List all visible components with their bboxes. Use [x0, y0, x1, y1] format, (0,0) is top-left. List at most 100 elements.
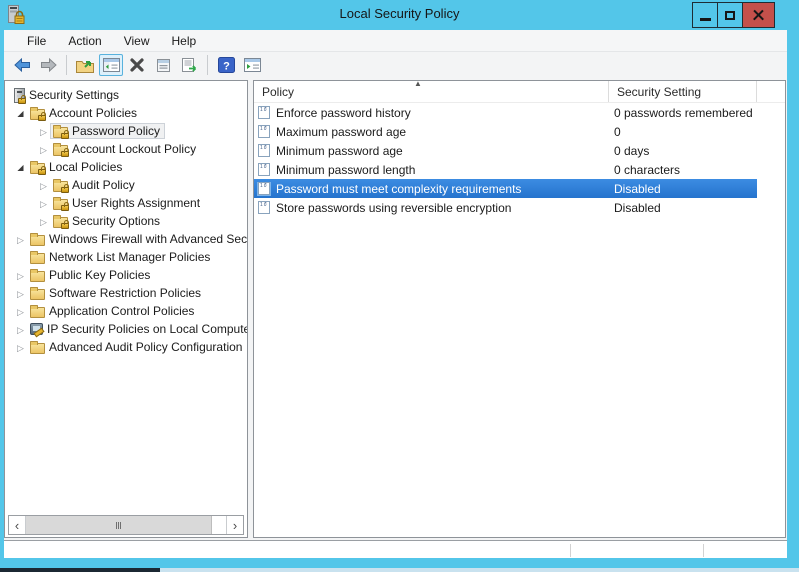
help-button[interactable]: ? [214, 54, 238, 76]
tree-item-password-policy[interactable]: Password Policy [5, 122, 247, 140]
scrollbar-thumb-grip [116, 522, 117, 529]
toolbar: ? [4, 52, 787, 78]
folder-lock-icon [30, 163, 45, 174]
collapsed-chevron-icon[interactable] [14, 284, 27, 302]
policy-document-icon [258, 201, 270, 214]
policy-name: Enforce password history [276, 106, 411, 120]
document-export-icon [181, 58, 198, 73]
properties-button[interactable] [151, 54, 175, 76]
status-bar [4, 540, 787, 558]
sort-ascending-icon: ▲ [414, 80, 422, 88]
policy-row-reversible-encryption[interactable]: Store passwords using reversible encrypt… [254, 198, 785, 217]
maximize-button[interactable] [717, 2, 742, 28]
tree-item-label: Audit Policy [72, 178, 135, 192]
x-mark-icon [129, 58, 145, 72]
collapsed-chevron-icon[interactable] [37, 140, 50, 158]
tree-item-label: Account Policies [49, 106, 137, 120]
export-list-button[interactable] [177, 54, 201, 76]
tree-item-label: Windows Firewall with Advanced Secu [49, 232, 247, 246]
folder-icon [30, 343, 45, 354]
collapsed-chevron-icon[interactable] [14, 266, 27, 284]
close-icon [752, 9, 765, 22]
menu-action[interactable]: Action [57, 32, 112, 50]
policy-document-icon [258, 163, 270, 176]
collapsed-chevron-icon[interactable] [37, 194, 50, 212]
policy-row-enforce-password-history[interactable]: Enforce password history 0 passwords rem… [254, 103, 785, 122]
delete-button[interactable] [125, 54, 149, 76]
collapsed-chevron-icon[interactable] [37, 176, 50, 194]
collapsed-chevron-icon[interactable] [14, 338, 27, 356]
statusbar-separator [570, 544, 571, 557]
question-mark-icon: ? [218, 57, 235, 73]
tree-item-local-policies[interactable]: Local Policies [5, 158, 247, 176]
menu-help[interactable]: Help [161, 32, 208, 50]
tree-item-label: Application Control Policies [49, 304, 194, 318]
scroll-left-button[interactable] [9, 516, 26, 534]
action-pane-icon [244, 58, 261, 72]
policy-row-minimum-password-age[interactable]: Minimum password age 0 days [254, 141, 785, 160]
show-hide-console-tree-button[interactable] [99, 54, 123, 76]
tree-item-audit-policy[interactable]: Audit Policy [5, 176, 247, 194]
minimize-button[interactable] [692, 2, 717, 28]
policy-row-maximum-password-age[interactable]: Maximum password age 0 [254, 122, 785, 141]
tree-item-application-control-policies[interactable]: Application Control Policies [5, 302, 247, 320]
menu-bar: File Action View Help [4, 30, 787, 52]
console-tree-panel: Security Settings Account Policies Passw… [4, 80, 248, 538]
maximize-icon [725, 11, 735, 20]
tree-item-user-rights-assignment[interactable]: User Rights Assignment [5, 194, 247, 212]
policy-name: Store passwords using reversible encrypt… [276, 201, 511, 215]
tree-item-public-key-policies[interactable]: Public Key Policies [5, 266, 247, 284]
security-setting-value: Disabled [609, 201, 757, 215]
toolbar-separator [207, 55, 208, 75]
statusbar-separator [703, 544, 704, 557]
tree-item-label: Account Lockout Policy [72, 142, 196, 156]
policy-row-minimum-password-length[interactable]: Minimum password length 0 characters [254, 160, 785, 179]
tree-item-account-policies[interactable]: Account Policies [5, 104, 247, 122]
folder-up-arrow-icon [75, 57, 95, 74]
folder-lock-icon [30, 109, 45, 120]
tree-item-label: Network List Manager Policies [49, 250, 210, 264]
expanded-chevron-icon[interactable] [14, 104, 27, 122]
computer-key-icon [30, 323, 43, 335]
menu-file[interactable]: File [16, 32, 57, 50]
up-one-level-button[interactable] [73, 54, 97, 76]
collapsed-chevron-icon[interactable] [37, 212, 50, 230]
collapsed-chevron-icon[interactable] [37, 122, 50, 140]
policy-name: Minimum password length [276, 163, 415, 177]
collapsed-chevron-icon[interactable] [14, 320, 27, 338]
tree-item-security-options[interactable]: Security Options [5, 212, 247, 230]
scrollbar-thumb[interactable] [26, 516, 212, 534]
column-header-policy[interactable]: Policy ▲ [254, 81, 609, 102]
policy-name: Password must meet complexity requiremen… [276, 182, 521, 196]
folder-icon [30, 271, 45, 282]
tree-item-windows-firewall[interactable]: Windows Firewall with Advanced Secu [5, 230, 247, 248]
tree-item-label: IP Security Policies on Local Compute [47, 322, 247, 336]
tree-item-security-settings[interactable]: Security Settings [5, 86, 247, 104]
collapsed-chevron-icon[interactable] [14, 230, 27, 248]
arrow-left-icon [13, 57, 32, 73]
back-button[interactable] [10, 54, 34, 76]
tree-item-account-lockout-policy[interactable]: Account Lockout Policy [5, 140, 247, 158]
tree-item-label: Software Restriction Policies [49, 286, 201, 300]
column-header-security-setting[interactable]: Security Setting [609, 81, 757, 102]
tree-item-label: Security Settings [29, 88, 119, 102]
tree-item-software-restriction-policies[interactable]: Software Restriction Policies [5, 284, 247, 302]
horizontal-scrollbar [8, 515, 244, 535]
policy-name: Maximum password age [276, 125, 406, 139]
menu-view[interactable]: View [113, 32, 161, 50]
expanded-chevron-icon[interactable] [14, 158, 27, 176]
close-button[interactable] [742, 2, 775, 28]
collapsed-chevron-icon[interactable] [14, 302, 27, 320]
policy-name: Minimum password age [276, 144, 403, 158]
tree-item-advanced-audit-policy[interactable]: Advanced Audit Policy Configuration [5, 338, 247, 356]
tree-item-network-list-manager[interactable]: Network List Manager Policies [5, 248, 247, 266]
show-hide-action-pane-button[interactable] [240, 54, 264, 76]
screen: Local Security Policy File Action View H… [0, 0, 799, 572]
forward-button[interactable] [36, 54, 60, 76]
titlebar[interactable]: Local Security Policy [0, 0, 799, 30]
security-setting-value: 0 characters [609, 163, 757, 177]
scroll-right-button[interactable] [226, 516, 243, 534]
tree-item-label: Password Policy [72, 124, 160, 138]
tree-item-ip-security-policies[interactable]: IP Security Policies on Local Compute [5, 320, 247, 338]
policy-row-password-complexity[interactable]: Password must meet complexity requiremen… [254, 179, 785, 198]
